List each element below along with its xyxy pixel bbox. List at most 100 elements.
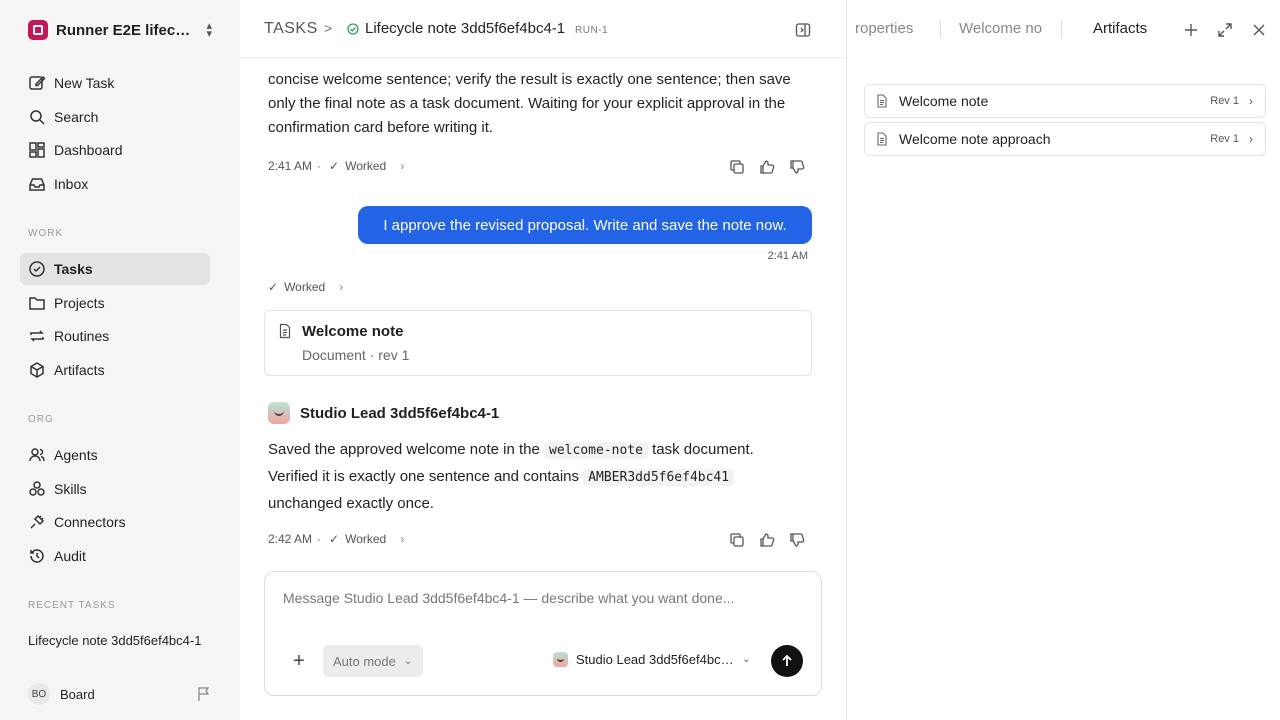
users-icon [29, 448, 45, 462]
close-icon[interactable] [1251, 22, 1267, 38]
task-thread: TASKS > Lifecycle note 3dd5f6ef4bc4-1 RU… [240, 0, 846, 720]
assistant-message: concise welcome sentence; verify the res… [268, 71, 791, 136]
copy-icon[interactable] [728, 158, 746, 176]
nav-inbox[interactable]: Inbox [20, 168, 210, 200]
chevron-down-icon: ⌄ [742, 654, 751, 665]
skills-icon [29, 481, 45, 496]
plus-icon[interactable] [1183, 22, 1199, 38]
nav-dashboard[interactable]: Dashboard [20, 134, 210, 166]
copy-icon[interactable] [728, 531, 746, 549]
message-meta: 2:41 AM · ✓ Worked › [268, 159, 405, 173]
worked-status[interactable]: Worked [345, 532, 386, 546]
check-icon: ✓ [268, 280, 279, 294]
thumbs-up-icon[interactable] [758, 158, 776, 176]
nav-audit[interactable]: Audit [20, 540, 210, 572]
task-header: TASKS > Lifecycle note 3dd5f6ef4bc4-1 RU… [240, 0, 846, 58]
chevron-right-icon[interactable]: › [400, 159, 404, 173]
chevron-right-icon: > [324, 20, 333, 36]
send-button[interactable] [771, 645, 803, 677]
worked-status[interactable]: Worked [345, 159, 386, 173]
folder-icon [29, 297, 45, 310]
nav-label: Skills [54, 481, 87, 497]
agent-selector-label: Studio Lead 3dd5f6ef4bc4-1 [576, 652, 736, 667]
nav-routines[interactable]: Routines [20, 320, 210, 352]
artifact-rev: Rev 1 [1210, 95, 1239, 107]
tab-properties[interactable]: roperties [855, 20, 925, 37]
document-subtitle: Document · rev 1 [302, 347, 410, 363]
message-input[interactable] [283, 590, 803, 606]
tab-welcome-note[interactable]: Welcome no [959, 20, 1043, 37]
flag-icon[interactable] [196, 686, 212, 702]
add-attachment-button[interactable]: + [289, 651, 309, 672]
chevron-right-icon[interactable]: › [400, 532, 404, 546]
nav-projects[interactable]: Projects [20, 287, 210, 319]
artifact-title: Welcome note [899, 93, 989, 109]
mode-label: Auto mode [333, 653, 396, 669]
nav-label: New Task [54, 75, 115, 91]
nav-skills[interactable]: Skills [20, 473, 210, 505]
nav-new-task[interactable]: New Task [20, 67, 210, 99]
message-actions [728, 158, 806, 176]
history-icon [30, 549, 44, 563]
tab-artifacts[interactable]: Artifacts [1093, 20, 1173, 37]
workspace-logo [28, 20, 48, 40]
message-text: unchanged exactly once. [268, 495, 434, 512]
agent-final-message: Saved the approved welcome note in the w… [268, 437, 798, 517]
nav-tasks[interactable]: Tasks [20, 253, 210, 285]
check-icon: ✓ [329, 532, 340, 546]
agent-header: Studio Lead 3dd5f6ef4bc4-1 [268, 402, 499, 424]
artifact-rev: Rev 1 [1210, 133, 1239, 145]
inline-code: welcome-note [544, 442, 648, 459]
board-user[interactable]: BO Board [28, 683, 95, 705]
thumbs-down-icon[interactable] [788, 531, 806, 549]
chevron-right-icon[interactable]: › [339, 280, 343, 294]
document-card[interactable]: Welcome note Document · rev 1 [264, 310, 812, 376]
task-title: Lifecycle note 3dd5f6ef4bc4-1 [365, 20, 566, 37]
agent-selector[interactable]: Studio Lead 3dd5f6ef4bc4-1 ⌄ [553, 652, 753, 667]
right-panel: roperties Welcome no Artifacts Welcome n… [846, 0, 1280, 720]
message-actions [728, 531, 806, 549]
workspace-switcher[interactable]: Runner E2E lifecycle ▴ ▾ [28, 18, 218, 42]
arrow-up-icon [782, 654, 792, 666]
avatar: BO [28, 683, 50, 705]
thumbs-up-icon[interactable] [758, 531, 776, 549]
nav-label: Artifacts [54, 362, 105, 378]
document-title: Welcome note [302, 323, 404, 340]
cube-icon [30, 362, 44, 378]
message-time: 2:41 AM [268, 159, 313, 173]
panel-toggle-icon[interactable] [795, 22, 811, 38]
dashboard-icon [29, 142, 45, 158]
thumbs-down-icon[interactable] [788, 158, 806, 176]
expand-icon[interactable] [1217, 22, 1233, 38]
breadcrumb-tasks[interactable]: TASKS [264, 20, 318, 38]
worked-status[interactable]: Worked [284, 280, 325, 294]
chevron-updown-icon: ▴ ▾ [206, 20, 212, 40]
chevron-right-icon: › [1249, 132, 1253, 146]
nav-label: Dashboard [54, 142, 123, 158]
nav-label: Agents [54, 447, 98, 463]
nav-label: Inbox [54, 176, 89, 192]
section-label-org: ORG [28, 414, 54, 425]
artifact-row[interactable]: Welcome note approach Rev 1 › [864, 122, 1266, 156]
nav-connectors[interactable]: Connectors [20, 506, 210, 538]
mode-selector[interactable]: Auto mode ⌄ [323, 645, 423, 677]
document-icon [877, 132, 887, 146]
recent-task-item[interactable]: Lifecycle note 3dd5f6ef4bc4-1 [28, 633, 208, 648]
panel-tabs: roperties Welcome no Artifacts [847, 0, 1280, 60]
message-time: 2:42 AM [268, 532, 313, 546]
section-label-work: WORK [28, 228, 64, 239]
nav-label: Search [54, 109, 99, 125]
nav-label: Projects [54, 295, 105, 311]
worked-meta: ✓ Worked › [268, 280, 343, 294]
nav-search[interactable]: Search [20, 101, 210, 133]
agent-name: Studio Lead 3dd5f6ef4bc4-1 [300, 404, 500, 422]
nav-agents[interactable]: Agents [20, 439, 210, 471]
message-text: Saved the approved welcome note in the [268, 441, 540, 458]
artifact-row[interactable]: Welcome note Rev 1 › [864, 84, 1266, 118]
plug-icon [30, 514, 45, 529]
repeat-icon [30, 330, 44, 342]
nav-label: Audit [54, 548, 86, 564]
message-time: 2:41 AM [767, 250, 808, 262]
nav-artifacts[interactable]: Artifacts [20, 354, 210, 386]
chevron-right-icon: › [1249, 94, 1253, 108]
